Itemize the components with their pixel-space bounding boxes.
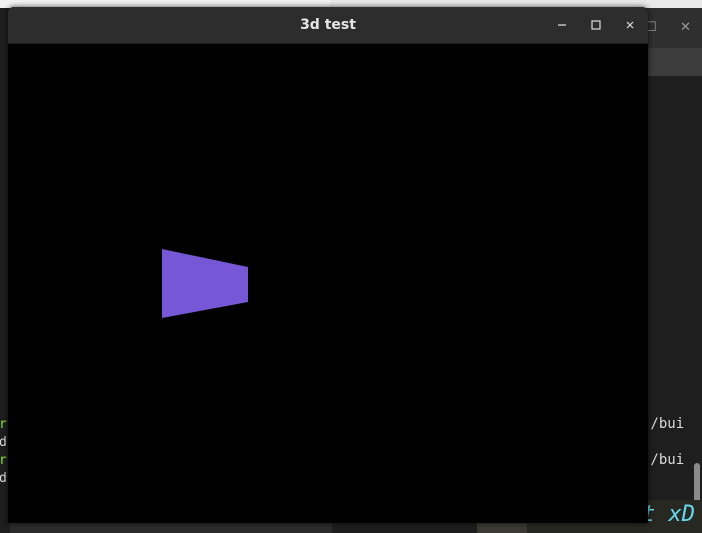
terminal-scrollbar[interactable] bbox=[694, 463, 700, 503]
terminal-line: ./bui bbox=[642, 452, 685, 468]
desktop: ☐ ✕ ./bui ./bui 188 float xD r d r d 3d … bbox=[0, 0, 702, 533]
rendered-trapezoid bbox=[162, 249, 248, 318]
close-icon[interactable]: ✕ bbox=[680, 21, 691, 35]
maximize-button[interactable] bbox=[587, 16, 605, 34]
window-title: 3d test bbox=[300, 17, 356, 33]
app-window[interactable]: 3d test bbox=[8, 7, 648, 523]
minimize-icon bbox=[558, 24, 566, 26]
close-icon bbox=[626, 21, 634, 29]
minimize-button[interactable] bbox=[553, 16, 571, 34]
left-strip-char: r bbox=[0, 417, 7, 432]
left-strip-char: r bbox=[0, 453, 7, 468]
left-strip-char: d bbox=[0, 435, 7, 450]
render-canvas[interactable] bbox=[8, 44, 648, 523]
render-surface bbox=[162, 249, 248, 318]
terminal-line: ./bui bbox=[642, 416, 685, 432]
left-strip-char: d bbox=[0, 471, 7, 486]
maximize-icon bbox=[591, 20, 601, 30]
close-button[interactable] bbox=[621, 16, 639, 34]
window-titlebar[interactable]: 3d test bbox=[8, 7, 648, 44]
